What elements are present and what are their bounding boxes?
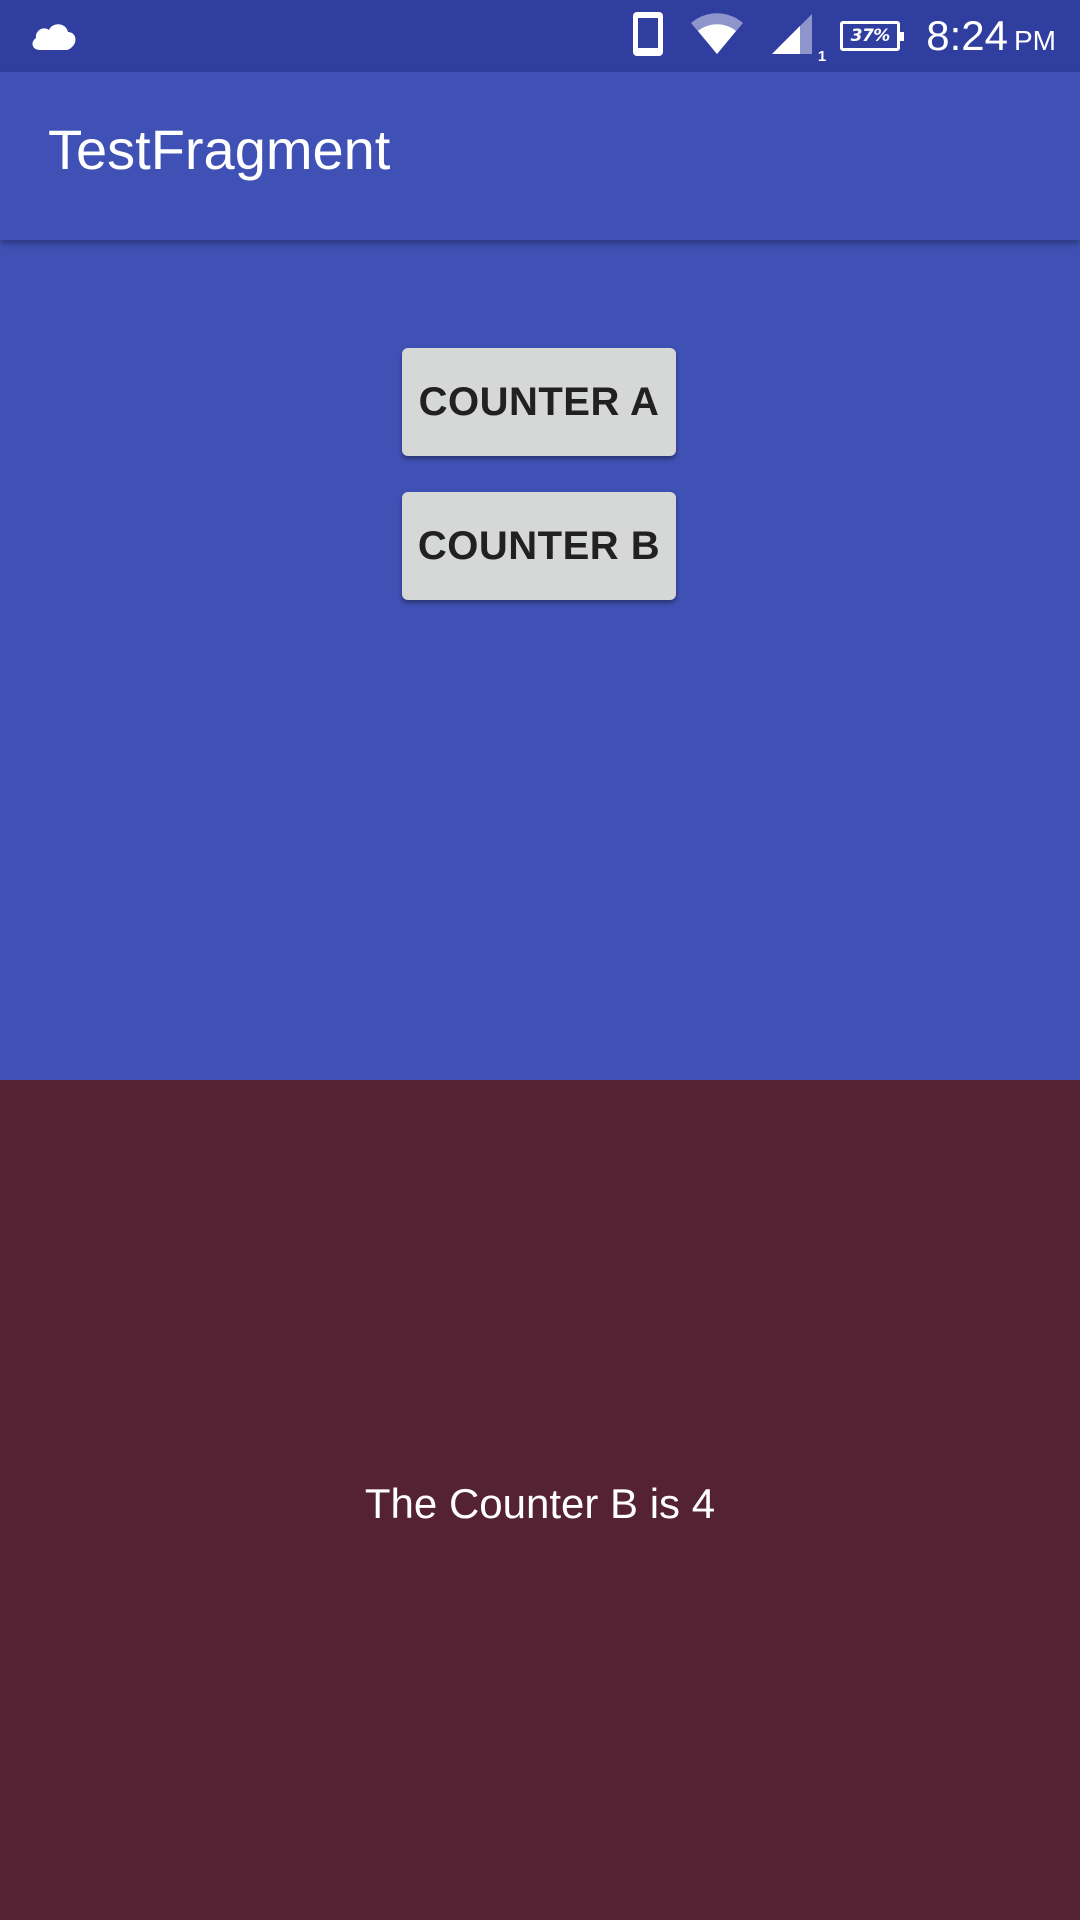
clock-ampm: PM xyxy=(1014,25,1056,56)
counter-b-button[interactable]: COUNTER B xyxy=(402,492,676,600)
battery-percent: 37% xyxy=(850,26,891,46)
app-bar: TestFragment xyxy=(0,72,1080,240)
status-icons: 1 37% 8:24 PM xyxy=(632,0,1056,72)
counter-status-text: The Counter B is 4 xyxy=(364,1480,716,1527)
cloud-icon xyxy=(28,16,80,56)
phone-icon xyxy=(632,11,664,62)
signal-icon: 1 xyxy=(770,12,826,65)
wifi-icon xyxy=(690,12,744,60)
fragment-b: The Counter B is 4 xyxy=(0,1080,1080,1920)
status-bar: 1 37% 8:24 PM xyxy=(0,0,1080,72)
app-title: TestFragment xyxy=(48,118,391,181)
counter-a-button[interactable]: COUNTER A xyxy=(402,348,676,456)
screen: 1 37% 8:24 PM TestFragment COUNTER A COUN… xyxy=(0,0,1080,1920)
fragment-a: COUNTER A COUNTER B xyxy=(0,240,1080,1080)
clock-time: 8:24 xyxy=(926,12,1008,59)
battery-icon: 37% xyxy=(840,21,905,51)
signal-sim-label: 1 xyxy=(817,47,827,65)
status-clock: 8:24 PM xyxy=(926,12,1056,60)
